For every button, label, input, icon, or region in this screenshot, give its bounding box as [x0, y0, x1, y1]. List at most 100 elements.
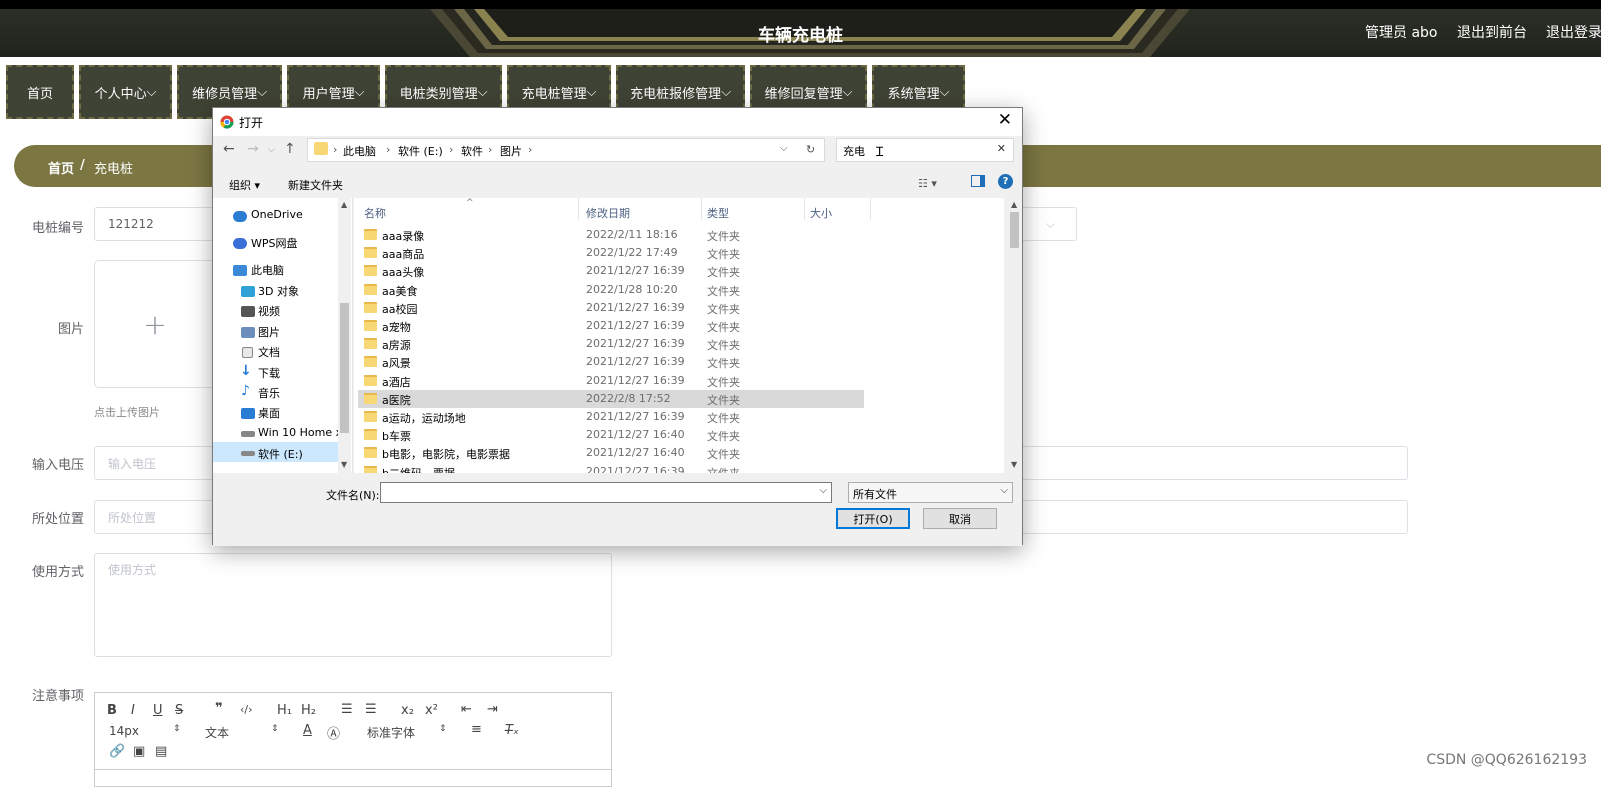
- file-row[interactable]: b二维码，票据 2021/12/27 16:39 文件夹: [358, 463, 864, 473]
- italic-icon[interactable]: I: [131, 703, 135, 718]
- nav-scrollbar[interactable]: ▲ ▼: [338, 198, 351, 473]
- address-bar[interactable]: › 此电脑 › 软件 (E:) › 软件 › 图片 › ⌵ ↻: [307, 138, 825, 162]
- header1-icon[interactable]: H₁: [277, 703, 292, 718]
- file-row[interactable]: aa校园 2021/12/27 16:39 文件夹: [358, 299, 864, 317]
- file-row[interactable]: a酒店 2021/12/27 16:39 文件夹: [358, 372, 864, 390]
- open-button[interactable]: 打开(O): [836, 508, 910, 529]
- file-row[interactable]: aaa录像 2022/2/11 18:16 文件夹: [358, 226, 864, 244]
- strike-icon[interactable]: S: [175, 703, 183, 718]
- nav-this-pc[interactable]: 此电脑: [251, 262, 284, 278]
- nav-downloads[interactable]: 下载: [258, 365, 280, 381]
- bullet-list-icon[interactable]: ☰: [365, 702, 377, 717]
- path-pictures[interactable]: 图片: [500, 143, 522, 159]
- file-row[interactable]: aaa头像 2021/12/27 16:39 文件夹: [358, 262, 864, 280]
- preview-pane-icon[interactable]: [971, 175, 985, 187]
- folder-icon: [364, 447, 377, 459]
- clear-search-icon[interactable]: ✕: [997, 142, 1006, 155]
- folder-icon: [364, 301, 377, 313]
- video-icon[interactable]: ▤: [155, 744, 167, 759]
- font-family-select[interactable]: 标准字体: [367, 724, 415, 741]
- view-options-icon[interactable]: ☷ ▾: [918, 177, 937, 190]
- image-icon[interactable]: ▣: [133, 744, 145, 759]
- nav-profile[interactable]: 个人中心 ⌵: [79, 65, 172, 119]
- select-chevron-box[interactable]: ⌵: [1020, 207, 1077, 241]
- cancel-button[interactable]: 取消: [923, 508, 997, 529]
- file-row[interactable]: a宠物 2021/12/27 16:39 文件夹: [358, 317, 864, 335]
- breadcrumb-home[interactable]: 首页: [48, 158, 74, 177]
- file-row[interactable]: a医院 2022/2/8 17:52 文件夹: [358, 389, 864, 408]
- path-drive[interactable]: 软件 (E:): [398, 143, 443, 159]
- site-header: 车辆充电桩 管理员 abo 退出到前台 退出登录: [0, 9, 1601, 57]
- chevron-down-icon: ⌵: [257, 84, 267, 100]
- column-name[interactable]: 名称: [364, 205, 386, 221]
- file-row[interactable]: a运动，运动场地 2021/12/27 16:39 文件夹: [358, 408, 864, 426]
- back-icon[interactable]: ←: [223, 141, 235, 157]
- subscript-icon[interactable]: x₂: [401, 703, 414, 718]
- column-size[interactable]: 大小: [810, 205, 832, 221]
- superscript-icon[interactable]: x²: [425, 703, 438, 718]
- up-icon[interactable]: ↑: [284, 141, 296, 157]
- nav-desktop[interactable]: 桌面: [258, 405, 280, 421]
- refresh-icon[interactable]: ↻: [806, 143, 815, 156]
- chevron-down-icon: ⌵: [721, 84, 731, 100]
- recent-chevron-icon[interactable]: ⌵: [268, 145, 275, 155]
- block-type-select[interactable]: 文本: [205, 724, 229, 741]
- file-row[interactable]: aa美食 2022/1/28 10:20 文件夹: [358, 281, 864, 299]
- column-date[interactable]: 修改日期: [586, 205, 630, 221]
- close-icon[interactable]: ✕: [998, 110, 1012, 130]
- ordered-list-icon[interactable]: ☰: [341, 702, 353, 717]
- nav-3d[interactable]: 3D 对象: [258, 283, 299, 299]
- file-row[interactable]: aaa商品 2022/1/22 17:49 文件夹: [358, 244, 864, 262]
- logout-link[interactable]: 退出登录: [1546, 22, 1601, 42]
- column-type[interactable]: 类型: [707, 205, 729, 221]
- usage-textarea[interactable]: 使用方式: [94, 553, 612, 657]
- background-color-icon[interactable]: Ⓐ: [327, 723, 340, 742]
- organize-menu[interactable]: 组织 ▾: [229, 177, 260, 193]
- front-link[interactable]: 退出到前台: [1457, 22, 1527, 42]
- file-row[interactable]: b电影，电影院，电影票据 2021/12/27 16:40 文件夹: [358, 444, 864, 462]
- forward-icon[interactable]: →: [247, 141, 259, 157]
- nav-pictures[interactable]: 图片: [258, 324, 280, 340]
- nav-wps[interactable]: WPS网盘: [251, 235, 298, 251]
- chevron-down-icon[interactable]: ⌵: [819, 485, 827, 496]
- nav-onedrive[interactable]: OneDrive: [251, 208, 303, 221]
- new-folder-button[interactable]: 新建文件夹: [288, 177, 343, 193]
- nav-win10-drive[interactable]: Win 10 Home x: [258, 426, 338, 439]
- nav-e-drive[interactable]: 软件 (E:): [258, 446, 303, 462]
- font-size-select[interactable]: 14px: [109, 724, 139, 738]
- folder-icon: [364, 356, 377, 368]
- clear-format-icon[interactable]: T̶ₓ: [505, 723, 519, 738]
- align-icon[interactable]: ≡: [471, 722, 482, 737]
- outdent-icon[interactable]: ⇤: [461, 702, 472, 717]
- bold-icon[interactable]: B: [107, 703, 117, 718]
- link-icon[interactable]: 🔗: [109, 744, 125, 759]
- search-box[interactable]: 充电 Ɪ ✕: [836, 138, 1014, 162]
- indent-icon[interactable]: ⇥: [487, 702, 498, 717]
- breadcrumb-current: 充电桩: [94, 162, 134, 177]
- file-name: aa校园: [382, 302, 418, 316]
- file-type-select[interactable]: 所有文件 ⌵: [848, 482, 1013, 503]
- rich-text-editor[interactable]: B I U S ❞ ‹/› H₁ H₂ ☰ ☰ x₂ x² ⇤ ⇥ 14px ⇕…: [94, 692, 612, 787]
- image-uploader[interactable]: +: [94, 260, 216, 388]
- path-this-pc[interactable]: 此电脑: [343, 143, 376, 159]
- help-icon[interactable]: ?: [998, 174, 1013, 189]
- address-dropdown-icon[interactable]: ⌵: [780, 143, 788, 154]
- underline-icon[interactable]: U: [153, 703, 163, 718]
- nav-documents[interactable]: 文档: [258, 344, 280, 360]
- file-row[interactable]: a风景 2021/12/27 16:39 文件夹: [358, 353, 864, 371]
- file-date: 2021/12/27 16:39: [586, 319, 685, 332]
- filename-input[interactable]: ⌵: [380, 482, 832, 503]
- file-type: 文件夹: [707, 284, 740, 298]
- nav-home[interactable]: 首页: [6, 65, 74, 119]
- search-input[interactable]: 充电: [843, 143, 865, 159]
- path-software[interactable]: 软件: [461, 143, 483, 159]
- nav-music[interactable]: 音乐: [258, 385, 280, 401]
- file-row[interactable]: b车票 2021/12/27 16:40 文件夹: [358, 426, 864, 444]
- nav-videos[interactable]: 视频: [258, 303, 280, 319]
- header2-icon[interactable]: H₂: [301, 703, 316, 718]
- file-scrollbar[interactable]: ▲ ▼: [1007, 198, 1022, 473]
- quote-icon[interactable]: ❞: [215, 701, 223, 716]
- file-row[interactable]: a房源 2021/12/27 16:39 文件夹: [358, 335, 864, 353]
- code-icon[interactable]: ‹/›: [240, 703, 253, 716]
- font-color-icon[interactable]: A: [303, 723, 312, 738]
